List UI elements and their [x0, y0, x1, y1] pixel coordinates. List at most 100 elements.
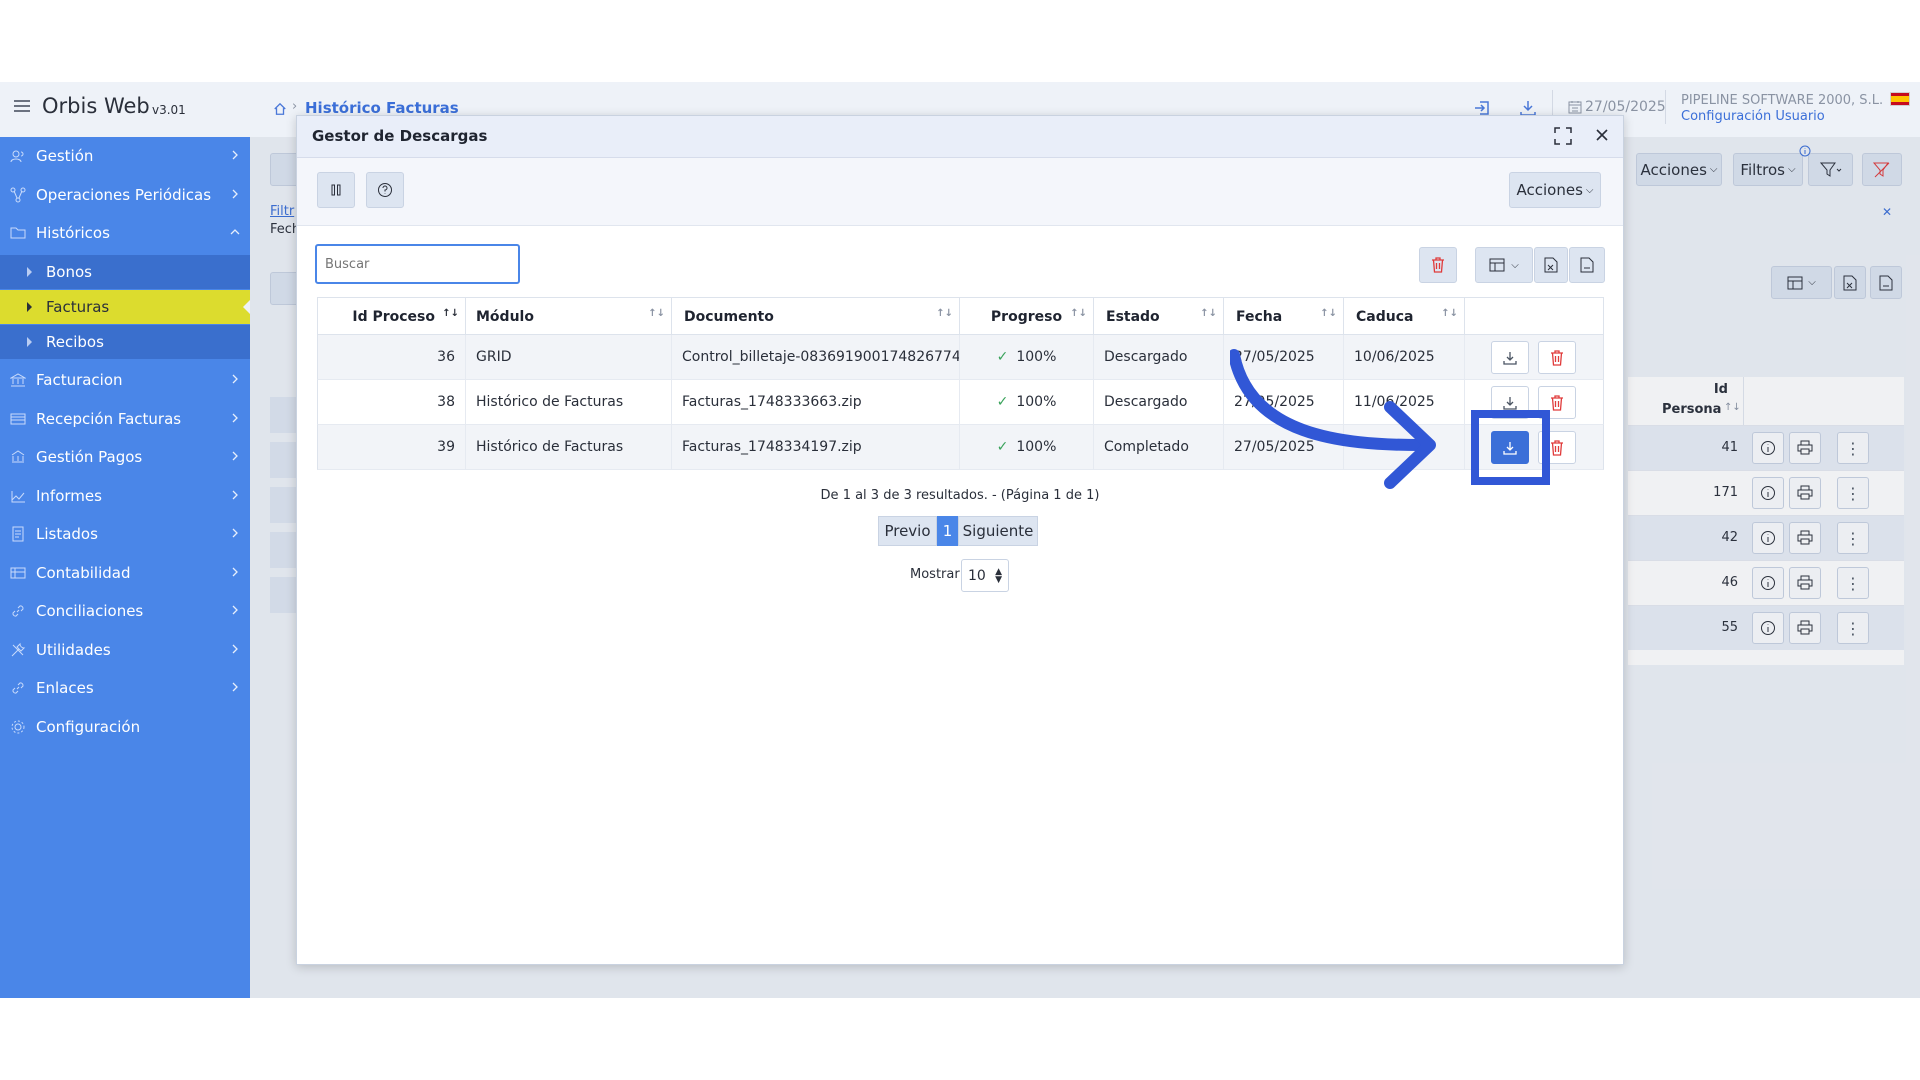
export-excel-button[interactable]: [1534, 247, 1568, 283]
chevron-up-icon: [230, 229, 240, 235]
col-estado[interactable]: Estado ↑↓: [1094, 298, 1224, 336]
col-caduca[interactable]: Caduca ↑↓: [1344, 298, 1465, 336]
col-id-proceso[interactable]: Id Proceso ↑↓: [318, 298, 466, 336]
col-progreso[interactable]: Progreso ↑↓: [960, 298, 1094, 336]
calendar-icon: [1568, 101, 1582, 114]
check-icon: ✓: [996, 439, 1009, 455]
sidebar-item-label: Gestión Pagos: [36, 448, 143, 466]
sidebar-item-label: Recepción Facturas: [36, 410, 182, 428]
sidebar-subitem-bonos[interactable]: Bonos: [0, 255, 250, 289]
chevron-right-icon: [232, 644, 238, 654]
sidebar-item-utilidades[interactable]: Utilidades: [0, 632, 250, 668]
sidebar-item-operaciones-periodicas[interactable]: Operaciones Periódicas: [0, 177, 250, 213]
column-label: Estado: [1106, 309, 1160, 325]
excel-file-icon: [1544, 257, 1558, 273]
pause-button[interactable]: [317, 172, 355, 208]
ledger-icon: [10, 567, 26, 579]
page-size-select[interactable]: 10 ▲ ▼: [961, 559, 1009, 592]
column-label: Documento: [684, 309, 774, 325]
caret-right-icon: [27, 302, 32, 312]
sidebar-item-gestion-pagos[interactable]: Gestión Pagos: [0, 439, 250, 475]
hamburger-menu-icon[interactable]: [14, 100, 30, 112]
export-pdf-button[interactable]: [1569, 247, 1605, 283]
sort-icon: ↑↓: [936, 308, 953, 319]
header-divider: [1665, 90, 1666, 124]
acciones-label: Acciones: [1516, 181, 1583, 199]
column-label: Id Proceso: [352, 309, 435, 325]
app-title: Orbis Web: [42, 94, 150, 118]
column-label: Progreso: [990, 309, 1063, 325]
annotation-highlight-box: [1471, 410, 1550, 485]
columns-button[interactable]: ⌵: [1475, 247, 1533, 283]
report-icon: [11, 491, 25, 503]
chevron-right-icon: [232, 150, 238, 160]
help-icon: [378, 183, 392, 197]
table-header: Id Proceso ↑↓ Módulo ↑↓ Documento ↑↓ Progre…: [317, 297, 1604, 336]
prev-page-button[interactable]: Previo: [878, 516, 937, 546]
sidebar-item-label: Contabilidad: [36, 564, 131, 582]
company-name: PIPELINE SOFTWARE 2000, S.L.: [1681, 93, 1884, 108]
cell-id: 36: [318, 335, 466, 379]
sidebar-item-label: Informes: [36, 487, 102, 505]
sidebar-item-enlaces[interactable]: Enlaces: [0, 670, 250, 706]
close-icon[interactable]: [1594, 127, 1610, 143]
sidebar-item-conciliaciones[interactable]: Conciliaciones: [0, 593, 250, 629]
tools-icon: [11, 642, 26, 657]
updown-icon: ▲ ▼: [995, 567, 1002, 585]
chevron-right-icon: [232, 189, 238, 199]
sort-icon: ↑↓: [1070, 308, 1087, 319]
column-label: Caduca: [1356, 309, 1414, 325]
sidebar-item-configuracion[interactable]: Configuración: [0, 709, 250, 745]
progress-value: 100%: [1016, 439, 1057, 455]
col-documento[interactable]: Documento ↑↓: [672, 298, 960, 336]
download-manager-modal: Gestor de Descargas Acciones⌵ ⌵ Id Proce…: [296, 115, 1624, 965]
sidebar-item-gestion[interactable]: Gestión: [0, 138, 250, 174]
sidebar-item-recepcion-facturas[interactable]: Recepción Facturas: [0, 401, 250, 437]
page-1-button[interactable]: 1: [937, 516, 958, 546]
breadcrumb-separator-icon: ›: [292, 99, 298, 114]
sort-icon: ↑↓: [648, 308, 665, 319]
modal-title: Gestor de Descargas: [312, 127, 488, 145]
col-fecha[interactable]: Fecha ↑↓: [1224, 298, 1344, 336]
sidebar-item-historicos[interactable]: Históricos: [0, 215, 250, 251]
sidebar-subitem-label: Recibos: [46, 333, 104, 351]
sidebar-item-facturacion[interactable]: Facturacion: [0, 362, 250, 398]
help-button[interactable]: [366, 172, 404, 208]
pause-icon: [331, 184, 341, 196]
col-modulo[interactable]: Módulo ↑↓: [466, 298, 672, 336]
money-icon: [11, 450, 25, 463]
cell-progreso: ✓ 100%: [960, 380, 1094, 424]
modal-acciones-button[interactable]: Acciones ⌵: [1509, 172, 1601, 208]
cell-id: 38: [318, 380, 466, 424]
chevron-right-icon: [232, 413, 238, 423]
modal-header: Gestor de Descargas: [297, 116, 1623, 158]
sidebar-item-listados[interactable]: Listados: [0, 516, 250, 552]
table-columns-icon: [1489, 258, 1505, 272]
chevron-right-icon: [232, 451, 238, 461]
sidebar-subitem-facturas[interactable]: Facturas: [0, 290, 250, 324]
next-page-button[interactable]: Siguiente: [958, 516, 1038, 546]
network-icon: [10, 187, 26, 203]
current-date: 27/05/2025: [1585, 99, 1666, 115]
link-icon: [12, 605, 24, 617]
sidebar-item-label: Operaciones Periódicas: [36, 186, 212, 204]
sidebar-item-contabilidad[interactable]: Contabilidad: [0, 555, 250, 591]
spain-flag-icon[interactable]: [1890, 92, 1910, 106]
trash-icon: [1551, 439, 1563, 456]
sidebar-subitem-recibos[interactable]: Recibos: [0, 325, 250, 359]
cell-estado: Completado: [1094, 425, 1224, 469]
cell-estado: Descargado: [1094, 380, 1224, 424]
delete-all-button[interactable]: [1419, 247, 1457, 283]
maximize-icon[interactable]: [1554, 127, 1572, 145]
search-input[interactable]: [315, 244, 520, 284]
home-icon[interactable]: [273, 102, 287, 116]
gear-people-icon: [10, 150, 24, 163]
sidebar-item-label: Gestión: [36, 147, 94, 165]
column-label: Fecha: [1236, 309, 1283, 325]
chevron-right-icon: [232, 528, 238, 538]
sort-icon: ↑↓: [1320, 308, 1337, 319]
trash-icon: [1551, 349, 1563, 366]
chevron-right-icon: [232, 682, 238, 692]
sidebar-item-informes[interactable]: Informes: [0, 478, 250, 514]
user-config-link[interactable]: Configuración Usuario: [1681, 109, 1825, 124]
